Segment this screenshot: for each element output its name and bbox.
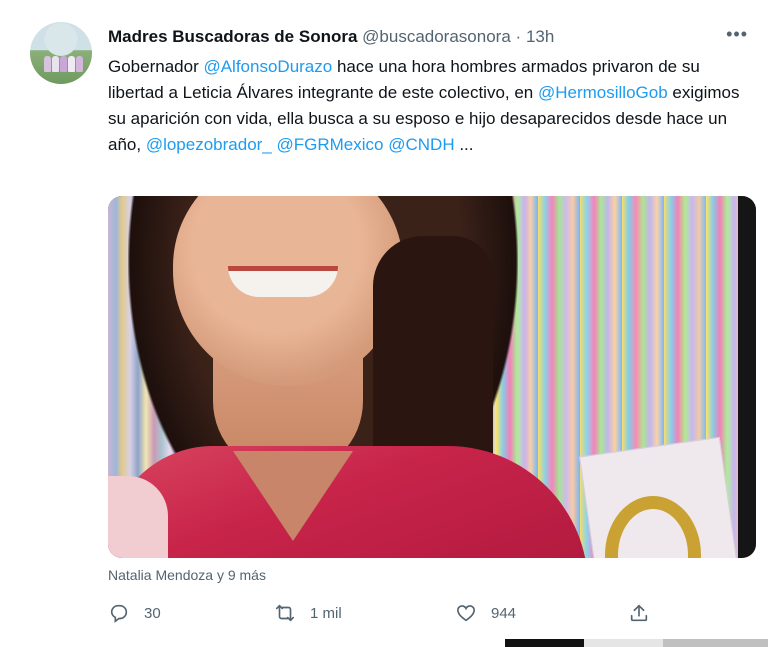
avatar-figure [44, 56, 51, 72]
avatar-figure [52, 56, 59, 72]
avatar-figure [60, 56, 67, 72]
avatar-figure [68, 56, 75, 72]
mention-alfonsodurazo[interactable]: @AlfonsoDurazo [203, 57, 332, 76]
avatar-figure [76, 56, 83, 72]
mention-lopezobrador[interactable]: @lopezobrador_ [146, 135, 272, 154]
photo-shirt-neckline [233, 451, 353, 541]
tweet-header: Madres Buscadoras de Sonora @buscadoraso… [108, 27, 748, 49]
share-icon [630, 604, 648, 622]
author-handle[interactable]: @buscadorasonora [362, 27, 511, 46]
mention-fgrmexico[interactable]: @FGRMexico [277, 135, 384, 154]
reply-count: 30 [144, 604, 161, 622]
text-segment: ... [454, 135, 474, 154]
tweet-photo[interactable] [108, 196, 756, 558]
share-button[interactable] [628, 598, 664, 628]
tweet-text: Gobernador @AlfonsoDurazo hace una hora … [108, 54, 748, 158]
tweet-time[interactable]: 13h [526, 27, 554, 46]
more-icon[interactable]: ••• [726, 24, 748, 45]
reply-button[interactable]: 30 [108, 598, 161, 628]
like-count: 944 [491, 604, 517, 622]
author-name[interactable]: Madres Buscadoras de Sonora [108, 27, 357, 46]
tweet-actions: 30 1 mil 944 [108, 598, 708, 628]
heart-icon [456, 605, 476, 622]
reply-icon [110, 604, 128, 623]
photo-smile [228, 266, 338, 297]
tweet[interactable]: Madres Buscadoras de Sonora @buscadoraso… [0, 0, 768, 647]
social-context[interactable]: Natalia Mendoza y 9 más [108, 567, 266, 583]
retweet-count: 1 mil [310, 604, 342, 622]
next-item-preview [505, 639, 768, 647]
mention-hermosillogob[interactable]: @HermosilloGob [538, 83, 668, 102]
avatar[interactable] [30, 22, 92, 84]
retweet-button[interactable]: 1 mil [274, 598, 342, 628]
header-separator: · [515, 27, 522, 46]
photo-edge [738, 196, 756, 558]
mention-cndh[interactable]: @CNDH [388, 135, 454, 154]
like-button[interactable]: 944 [455, 598, 516, 628]
text-segment: Gobernador [108, 57, 204, 76]
retweet-icon [275, 604, 295, 622]
